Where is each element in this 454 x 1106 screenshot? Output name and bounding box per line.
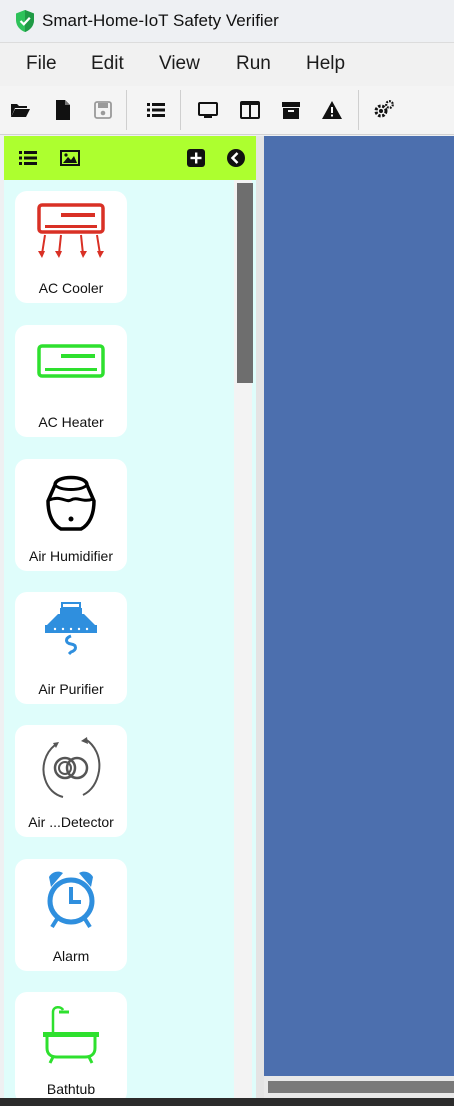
- device-label: Air ...Detector: [28, 814, 114, 830]
- list-icon[interactable]: [145, 99, 167, 121]
- columns-icon[interactable]: [239, 99, 261, 121]
- palette-list: AC Cooler AC Heater Air Humidifier Air P…: [4, 180, 256, 1098]
- design-canvas[interactable]: [264, 136, 454, 1076]
- ac-heater-icon: [37, 344, 105, 378]
- device-label: Alarm: [52, 948, 90, 964]
- device-bathtub[interactable]: Bathtub: [15, 992, 127, 1098]
- toolbar-separator: [126, 90, 127, 130]
- title-bar: Smart-Home-IoT Safety Verifier: [0, 0, 454, 42]
- menu-bar: File Edit View Run Help: [0, 42, 454, 86]
- menu-run[interactable]: Run: [236, 53, 271, 75]
- collapse-icon[interactable]: [226, 148, 246, 168]
- device-alarm[interactable]: Alarm: [15, 859, 127, 971]
- panel-splitter[interactable]: [256, 136, 264, 1098]
- palette-scrollbar-thumb[interactable]: [237, 183, 253, 383]
- device-label: AC Heater: [38, 414, 104, 430]
- device-ac-heater[interactable]: AC Heater: [15, 325, 127, 437]
- list-view-icon[interactable]: [18, 148, 38, 168]
- device-ac-cooler[interactable]: AC Cooler: [15, 191, 127, 303]
- warning-icon[interactable]: [321, 99, 343, 121]
- canvas-horizontal-scrollbar[interactable]: [264, 1076, 454, 1098]
- bathtub-icon: [43, 1006, 99, 1064]
- air-detector-icon: [42, 737, 101, 798]
- window-title: Smart-Home-IoT Safety Verifier: [42, 11, 279, 30]
- menu-file[interactable]: File: [26, 53, 57, 75]
- ac-cooler-icon: [37, 203, 105, 258]
- device-air-humidifier[interactable]: Air Humidifier: [15, 459, 127, 571]
- save-icon[interactable]: [92, 99, 114, 121]
- device-palette: AC Cooler AC Heater Air Humidifier Air P…: [4, 136, 256, 1098]
- toolbar: [0, 86, 454, 135]
- air-purifier-icon: [45, 602, 97, 656]
- alarm-icon: [47, 871, 95, 929]
- menu-help[interactable]: Help: [306, 53, 345, 75]
- monitor-icon[interactable]: [197, 99, 219, 121]
- air-humidifier-icon: [46, 475, 96, 531]
- archive-icon[interactable]: [280, 99, 302, 121]
- toolbar-separator: [358, 90, 359, 130]
- taskbar-edge: [0, 1098, 454, 1106]
- image-view-icon[interactable]: [60, 148, 80, 168]
- new-file-icon[interactable]: [52, 99, 74, 121]
- device-label: Air Purifier: [38, 681, 104, 697]
- canvas-horizontal-scrollbar-thumb[interactable]: [268, 1081, 454, 1093]
- device-label: Air Humidifier: [28, 548, 113, 564]
- open-folder-icon[interactable]: [9, 99, 31, 121]
- menu-edit[interactable]: Edit: [91, 53, 124, 75]
- device-label: Bathtub: [46, 1081, 96, 1097]
- menu-view[interactable]: View: [159, 53, 200, 75]
- settings-icon[interactable]: [373, 99, 395, 121]
- device-air-detector[interactable]: Air ...Detector: [15, 725, 127, 837]
- shield-icon: [16, 10, 34, 32]
- device-label: AC Cooler: [38, 280, 104, 296]
- device-air-purifier[interactable]: Air Purifier: [15, 592, 127, 704]
- toolbar-separator: [180, 90, 181, 130]
- add-icon[interactable]: [186, 148, 206, 168]
- palette-header: [4, 136, 256, 180]
